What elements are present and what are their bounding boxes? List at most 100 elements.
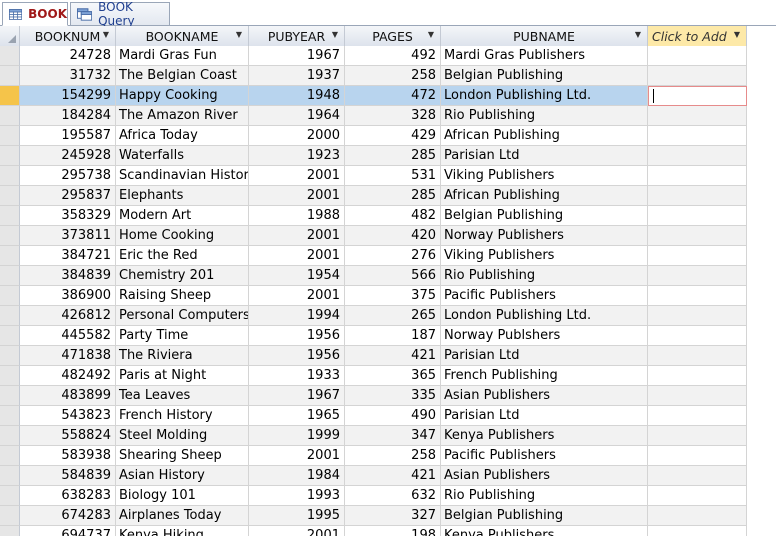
table-row[interactable]: 384721 Eric the Red 2001 276 Viking Publishe… [0,246,747,266]
pubname-cell[interactable]: Viking Publishers [441,246,648,266]
booknum-cell[interactable]: 482492 [20,366,116,386]
pubname-cell[interactable]: Mardi Gras Publishers [441,46,648,66]
booknum-cell[interactable]: 584839 [20,466,116,486]
table-row[interactable]: 373811 Home Cooking 2001 420 Norway Publishe… [0,226,747,246]
tab-book[interactable]: BOOK [2,2,68,26]
bookname-cell[interactable]: Asian History [116,466,249,486]
pubyear-cell[interactable]: 2001 [249,186,345,206]
click-to-add-column[interactable]: Click to Add ▼ [648,26,747,46]
bookname-cell[interactable]: Party Time [116,326,249,346]
pubname-cell[interactable]: Pacific Publishers [441,286,648,306]
bookname-cell[interactable]: Modern Art [116,206,249,226]
pages-cell[interactable]: 327 [345,506,441,526]
table-row[interactable]: 583938 Shearing Sheep 2001 258 Pacific Publi… [0,446,747,466]
table-row[interactable]: 358329 Modern Art 1988 482 Belgian Publishin… [0,206,747,226]
bookname-cell[interactable]: Scandinavian History [116,166,249,186]
booknum-cell[interactable]: 583938 [20,446,116,466]
bookname-cell[interactable]: Africa Today [116,126,249,146]
booknum-cell[interactable]: 154299 [20,86,116,106]
table-row[interactable]: 24728 Mardi Gras Fun 1967 492 Mardi Gras Pub… [0,46,747,66]
record-selector[interactable] [0,406,20,426]
chevron-down-icon[interactable]: ▼ [332,30,338,39]
record-selector[interactable] [0,446,20,466]
select-all-corner[interactable] [0,26,20,46]
pages-cell[interactable]: 187 [345,326,441,346]
chevron-down-icon[interactable]: ▼ [236,30,242,39]
record-selector[interactable] [0,126,20,146]
pubyear-cell[interactable]: 2001 [249,526,345,536]
booknum-cell[interactable]: 384721 [20,246,116,266]
table-row[interactable]: 154299 Happy Cooking 1948 472 London Publish… [0,86,747,106]
pubname-cell[interactable]: Belgian Publishing [441,506,648,526]
pages-cell[interactable]: 375 [345,286,441,306]
add-column-cell[interactable] [648,426,747,446]
tab-book-query[interactable]: BOOK Query [70,0,170,28]
add-column-cell[interactable] [648,146,747,166]
record-selector[interactable] [0,246,20,266]
pubyear-cell[interactable]: 2001 [249,246,345,266]
booknum-cell[interactable]: 471838 [20,346,116,366]
table-row[interactable]: 674283 Airplanes Today 1995 327 Belgian Publ… [0,506,747,526]
record-selector[interactable] [0,226,20,246]
chevron-down-icon[interactable]: ▼ [428,30,434,39]
pages-cell[interactable]: 365 [345,366,441,386]
pubname-cell[interactable]: London Publishing Ltd. [441,306,648,326]
add-column-cell[interactable] [648,446,747,466]
add-column-cell[interactable] [648,366,747,386]
record-selector[interactable] [0,366,20,386]
column-header-booknum[interactable]: BOOKNUM ▼ [20,26,116,46]
bookname-cell[interactable]: Mardi Gras Fun [116,46,249,66]
record-selector[interactable] [0,346,20,366]
booknum-cell[interactable]: 638283 [20,486,116,506]
booknum-cell[interactable]: 483899 [20,386,116,406]
add-column-cell[interactable] [648,326,747,346]
record-selector[interactable] [0,206,20,226]
table-row[interactable]: 295738 Scandinavian History 2001 531 Viking … [0,166,747,186]
booknum-cell[interactable]: 245928 [20,146,116,166]
pubyear-cell[interactable]: 1984 [249,466,345,486]
table-row[interactable]: 483899 Tea Leaves 1967 335 Asian Publishers [0,386,747,406]
booknum-cell[interactable]: 295738 [20,166,116,186]
bookname-cell[interactable]: Chemistry 201 [116,266,249,286]
pubyear-cell[interactable]: 1999 [249,426,345,446]
record-selector[interactable] [0,146,20,166]
add-column-cell[interactable] [648,246,747,266]
pubname-cell[interactable]: Rio Publishing [441,266,648,286]
pages-cell[interactable]: 566 [345,266,441,286]
add-column-cell[interactable] [648,266,747,286]
pages-cell[interactable]: 490 [345,406,441,426]
table-row[interactable]: 386900 Raising Sheep 2001 375 Pacific Publis… [0,286,747,306]
chevron-down-icon[interactable]: ▼ [734,30,740,39]
table-row[interactable]: 558824 Steel Molding 1999 347 Kenya Publishe… [0,426,747,446]
pubname-cell[interactable]: Parisian Ltd [441,146,648,166]
pubname-cell[interactable]: African Publishing [441,186,648,206]
add-column-cell[interactable] [648,346,747,366]
table-row[interactable]: 471838 The Riviera 1956 421 Parisian Ltd [0,346,747,366]
pubname-cell[interactable]: Viking Publishers [441,166,648,186]
pubyear-cell[interactable]: 1994 [249,306,345,326]
record-selector[interactable] [0,86,20,106]
pubname-cell[interactable]: Kenya Publishers [441,526,648,536]
booknum-cell[interactable]: 445582 [20,326,116,346]
record-selector[interactable] [0,466,20,486]
pages-cell[interactable]: 276 [345,246,441,266]
bookname-cell[interactable]: Airplanes Today [116,506,249,526]
pubyear-cell[interactable]: 1937 [249,66,345,86]
pubname-cell[interactable]: London Publishing Ltd. [441,86,648,106]
pubyear-cell[interactable]: 2001 [249,166,345,186]
pages-cell[interactable]: 285 [345,186,441,206]
record-selector[interactable] [0,286,20,306]
booknum-cell[interactable]: 295837 [20,186,116,206]
bookname-cell[interactable]: Raising Sheep [116,286,249,306]
booknum-cell[interactable]: 31732 [20,66,116,86]
pages-cell[interactable]: 335 [345,386,441,406]
pages-cell[interactable]: 482 [345,206,441,226]
add-column-cell[interactable] [648,226,747,246]
pubname-cell[interactable]: French Publishing [441,366,648,386]
add-column-cell[interactable] [648,386,747,406]
pages-cell[interactable]: 265 [345,306,441,326]
booknum-cell[interactable]: 24728 [20,46,116,66]
add-column-cell[interactable] [648,46,747,66]
pubname-cell[interactable]: Norway Publshers [441,326,648,346]
pubyear-cell[interactable]: 2001 [249,226,345,246]
